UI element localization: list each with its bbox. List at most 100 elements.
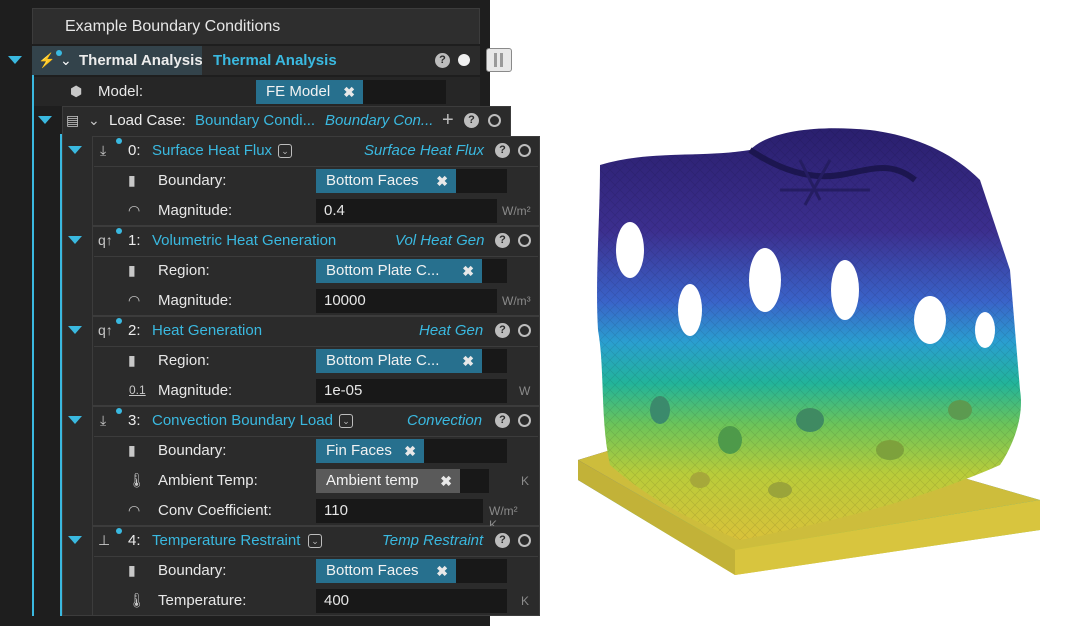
magnitude-input[interactable]: 10000 [316,289,497,313]
condition-alias[interactable]: Convection [407,406,482,435]
condition-index: 3: [128,412,141,429]
boundary-chip[interactable]: Bottom Faces ✖ [316,559,456,583]
chevron-down-icon[interactable]: ⌄ [308,534,322,548]
condition-header[interactable]: q↑ 2: Heat Generation Heat Gen ? [92,316,540,345]
hole [650,396,670,424]
remove-icon[interactable]: ✖ [440,469,452,493]
radio-icon[interactable] [518,324,531,337]
load-case-name[interactable]: Boundary Con... [325,106,433,135]
model-chip[interactable]: FE Model ✖ [256,80,363,104]
magnitude-icon: ◠ [128,292,141,308]
hole [768,482,792,498]
field-label: Region: [158,262,210,279]
region-icon: ▮ [128,262,136,278]
collapse-toggle[interactable] [38,116,52,124]
condition-alias[interactable]: Heat Gen [419,316,483,345]
collapse-toggle[interactable] [8,56,22,64]
radio-icon[interactable] [518,144,531,157]
load-case-value[interactable]: Boundary Condi... [195,106,315,135]
chip-value: Bottom Plate C... [326,262,440,279]
volumetric-heat-icon: q↑ [98,232,113,248]
region-chip[interactable]: Bottom Plate C... ✖ [316,259,482,283]
radio-icon[interactable] [518,234,531,247]
chevron-down-icon[interactable]: ⌄ [88,106,100,135]
remove-icon[interactable]: ✖ [404,439,416,463]
coefficient-input[interactable]: 110 [316,499,483,523]
condition-index: 2: [128,322,141,339]
analysis-label: Thermal Analysis [79,52,203,69]
thermal-analysis-icon: ⚡ [38,52,56,68]
convection-icon: ⤓ [100,412,107,428]
help-icon[interactable]: ? [495,233,510,248]
radio-icon[interactable] [518,534,531,547]
radio-icon[interactable] [488,114,501,127]
chevron-down-icon[interactable]: ⌄ [339,414,353,428]
pause-button[interactable] [486,48,512,72]
region-chip[interactable]: Bottom Plate C... ✖ [316,349,482,373]
hole [678,284,702,336]
remove-icon[interactable]: ✖ [343,80,355,104]
chevron-down-icon[interactable]: ⌄ [60,46,72,75]
remove-icon[interactable]: ✖ [462,259,474,283]
help-icon[interactable]: ? [495,413,510,428]
collapse-toggle[interactable] [68,236,82,244]
collapse-toggle[interactable] [68,146,82,154]
field-label: Magnitude: [158,202,233,219]
condition-title[interactable]: Temperature Restraint [152,526,300,555]
help-icon[interactable]: ? [464,113,479,128]
help-icon[interactable]: ? [495,143,510,158]
condition-title[interactable]: Convection Boundary Load [152,406,333,435]
condition-alias[interactable]: Vol Heat Gen [395,226,485,255]
condition-title[interactable]: Heat Generation [152,316,262,345]
condition-alias[interactable]: Temp Restraint [382,526,483,555]
unit-label: K [521,594,530,608]
remove-icon[interactable]: ✖ [462,349,474,373]
hole [616,222,644,278]
load-case-row[interactable]: ▤ ⌄ Load Case: Boundary Condi... Boundar… [64,106,510,135]
chip-value: Bottom Plate C... [326,352,440,369]
hole [749,248,781,312]
remove-icon[interactable]: ✖ [436,559,448,583]
hole [831,260,859,320]
add-icon[interactable]: + [442,106,454,135]
analysis-row[interactable]: ⚡ ⌄ Thermal Analysis Thermal Analysis ? [32,46,480,75]
condition-header[interactable]: ⤓ 3: Convection Boundary Load ⌄ Convecti… [92,406,540,435]
boundary-chip[interactable]: Bottom Faces ✖ [316,169,456,193]
remove-icon[interactable]: ✖ [436,169,448,193]
collapse-toggle[interactable] [68,536,82,544]
chip-value: Ambient temp [326,472,419,489]
boundary-chip[interactable]: Fin Faces ✖ [316,439,424,463]
condition-alias[interactable]: Surface Heat Flux [364,136,484,165]
active-indicator-icon[interactable] [458,54,470,66]
condition-title[interactable]: Volumetric Heat Generation [152,226,336,255]
temperature-input[interactable]: 400 [316,589,507,613]
collapse-toggle[interactable] [68,326,82,334]
chevron-down-icon[interactable]: ⌄ [278,144,292,158]
hole [948,400,972,420]
pause-icon [494,53,497,67]
magnitude-input[interactable]: 0.4 [316,199,497,223]
condition-index: 4: [128,532,141,549]
condition-header[interactable]: ⊥ 4: Temperature Restraint ⌄ Temp Restra… [92,526,540,555]
condition-title[interactable]: Surface Heat Flux [152,136,272,165]
help-icon[interactable]: ? [435,53,450,68]
magnitude-icon: ◠ [128,202,141,218]
radio-icon[interactable] [518,414,531,427]
field-label: Boundary: [158,562,227,579]
collapse-toggle[interactable] [68,416,82,424]
numeric-icon: 0.1 [129,383,146,397]
model-value: FE Model [266,83,331,100]
chip-value: Bottom Faces [326,172,419,189]
status-dot [116,138,122,144]
magnitude-input[interactable]: 1e-05 [316,379,507,403]
thermal-result-render [578,128,1040,575]
help-icon[interactable]: ? [495,533,510,548]
help-icon[interactable]: ? [495,323,510,338]
analysis-name[interactable]: Thermal Analysis [213,46,337,75]
condition-header[interactable]: q↑ 1: Volumetric Heat Generation Vol Hea… [92,226,540,255]
condition-header[interactable]: ⤓ 0: Surface Heat Flux ⌄ Surface Heat Fl… [92,136,540,165]
boundary-icon: ▮ [128,562,136,578]
model-row: ⬢ Model: FE Model ✖ [34,77,480,106]
ambient-temp-chip[interactable]: Ambient temp ✖ [316,469,460,493]
window-title: Example Boundary Conditions [32,8,480,44]
